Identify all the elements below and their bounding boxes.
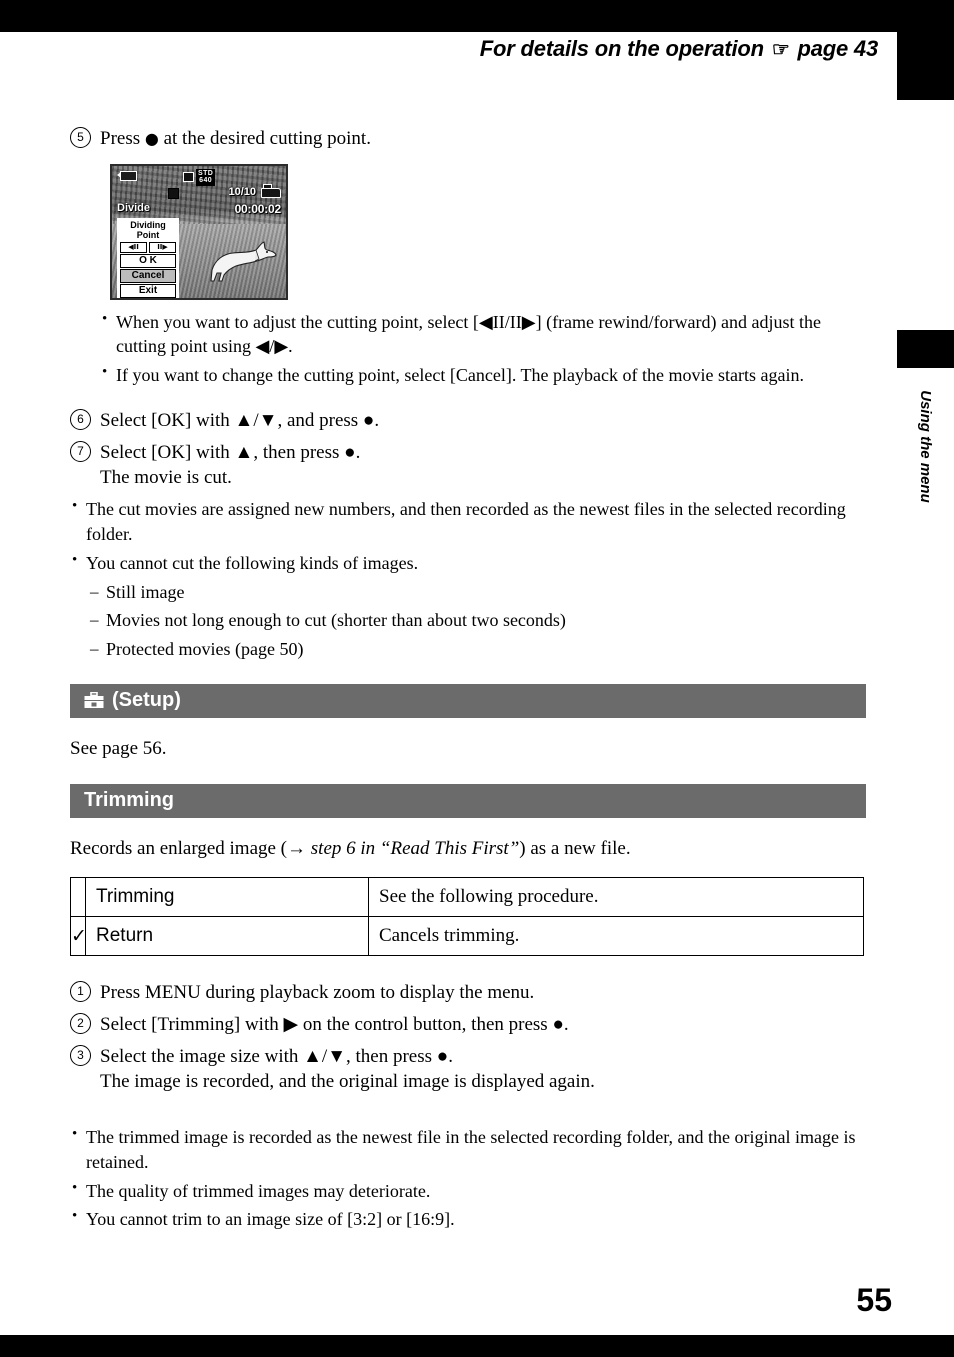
row-label[interactable]: Return — [85, 916, 369, 957]
row-check-mark: ✓ — [70, 916, 87, 957]
trimming-step-3: 3 Select the image size with ▲/▼, then p… — [70, 1044, 866, 1095]
trimming-intro-part2: ) as a new file. — [519, 837, 631, 859]
step-5-text-after: at the desired cutting point. — [163, 128, 371, 149]
step-7-subtext: The movie is cut. — [100, 467, 232, 489]
bottom-black-band — [0, 1335, 954, 1357]
quality-badge-line2: 640 — [199, 177, 213, 185]
step-5-number: 5 — [70, 127, 91, 148]
top-black-band — [0, 0, 897, 32]
center-button-glyph: ● — [144, 129, 159, 148]
list-item: When you want to adjust the cutting poin… — [100, 309, 866, 360]
list-item: Protected movies (page 50) — [90, 637, 866, 662]
list-item: You cannot trim to an image size of [3:2… — [70, 1206, 866, 1232]
list-item: The quality of trimmed images may deteri… — [70, 1178, 866, 1204]
image-counter: 10/10 — [228, 185, 256, 198]
trimming-step-3-text: Select the image size with ▲/▼, then pre… — [100, 1045, 454, 1067]
row-check-mark — [70, 877, 86, 918]
list-item: The trimmed image is recorded as the new… — [70, 1124, 866, 1175]
trimming-step-1-text: Press MENU during playback zoom to displ… — [100, 982, 535, 1004]
lcd-timecode: 00:00:02 — [234, 201, 282, 216]
step-7-number: 7 — [70, 440, 91, 462]
lcd-menu-item-ok[interactable]: O K — [120, 253, 176, 268]
table-row[interactable]: ✓ Return Cancels trimming. — [70, 916, 864, 957]
step-6-number: 6 — [70, 409, 91, 431]
trimming-intro-part1: Records an enlarged image (→ — [70, 837, 311, 859]
list-item: You cannot cut the following kinds of im… — [70, 550, 866, 576]
trimming-intro: Records an enlarged image (→ step 6 in “… — [70, 836, 866, 862]
side-tab-label: Using the menu — [917, 390, 935, 503]
quality-size-badge: STD 640 — [196, 168, 216, 186]
trimming-step-2-text: Select [Trimming] with ▶ on the control … — [100, 1013, 569, 1035]
trimming-step-2-number: 2 — [70, 1012, 91, 1034]
page-content: 5 Press ● at the desired cutting point. … — [70, 126, 866, 1236]
trimming-step-2: 2 Select [Trimming] with ▶ on the contro… — [70, 1012, 866, 1038]
lcd-menu-item-exit[interactable]: Exit — [120, 283, 176, 298]
frame-forward-button[interactable]: II▶ — [149, 241, 176, 253]
folder-icon — [261, 183, 281, 198]
battery-icon — [117, 170, 139, 181]
list-item: Still image — [90, 580, 866, 605]
running-header-prefix: For details on the operation — [479, 36, 764, 61]
step-6: 6 Select [OK] with ▲/▼, and press ●. — [70, 408, 866, 434]
step-5: 5 Press ● at the desired cutting point. — [70, 126, 866, 152]
record-square-icon — [168, 187, 179, 199]
side-tab-marker — [897, 330, 954, 368]
lcd-mode-label: Divide — [117, 201, 151, 214]
frame-rewind-button[interactable]: ◀II — [120, 241, 147, 253]
step-7-text: Select [OK] with ▲, then press ●. — [100, 441, 361, 463]
running-header-suffix: page 43 — [797, 36, 878, 61]
lcd-menu-title-line1: Dividing — [130, 219, 166, 230]
trimming-step-1: 1 Press MENU during playback zoom to dis… — [70, 980, 866, 1006]
top-right-black-block — [897, 0, 954, 100]
pointing-hand-icon: ☞ — [771, 39, 790, 61]
trimming-step-3-subtext: The image is recorded, and the original … — [100, 1071, 595, 1093]
running-header: For details on the operation ☞ page 43 — [0, 36, 878, 62]
side-tab-label-wrap: Using the menu — [897, 378, 954, 578]
notes-after-step5-list: When you want to adjust the cutting poin… — [100, 309, 866, 388]
section-header-setup-label: (Setup) — [112, 689, 181, 712]
lcd-menu-item-cancel[interactable]: Cancel — [120, 268, 176, 283]
notes-divide-list: The cut movies are assigned new numbers,… — [70, 496, 866, 576]
step-6-text: Select [OK] with ▲/▼, and press ●. — [100, 410, 380, 432]
section-header-trimming: Trimming — [70, 783, 866, 818]
lcd-menu-title-line2: Point — [136, 229, 160, 240]
page-number: 55 — [856, 1282, 892, 1318]
section-header-setup: (Setup) — [70, 684, 866, 719]
frame-step-row: ◀II II▶ — [120, 241, 176, 253]
list-item: The cut movies are assigned new numbers,… — [70, 496, 866, 547]
media-icon — [183, 171, 194, 182]
toolbox-icon — [84, 691, 104, 709]
lcd-photo-animal — [209, 240, 279, 282]
quality-badge-line1: STD — [198, 169, 214, 177]
table-row[interactable]: Trimming See the following procedure. — [70, 877, 864, 918]
trimming-options-table: Trimming See the following procedure. ✓ … — [70, 877, 864, 957]
trimming-step-3-number: 3 — [70, 1044, 91, 1066]
lcd-screenshot-figure: STD 640 10/10 Divide 00:00:02 Dividing P… — [110, 163, 288, 300]
row-label[interactable]: Trimming — [85, 877, 369, 918]
trimming-intro-italic: step 6 in “Read This First” — [310, 837, 520, 859]
section-header-trimming-label: Trimming — [84, 788, 175, 811]
trimming-notes-list: The trimmed image is recorded as the new… — [70, 1124, 866, 1232]
row-description: Cancels trimming. — [368, 916, 864, 957]
list-item: If you want to change the cutting point,… — [100, 362, 866, 388]
notes-divide-sublist-wrap: Still image Movies not long enough to cu… — [90, 580, 866, 662]
list-item: Movies not long enough to cut (shorter t… — [90, 608, 866, 633]
notes-divide-sublist: Still image Movies not long enough to cu… — [90, 580, 866, 662]
lcd-menu-panel[interactable]: Dividing Point ◀II II▶ O K Cancel Exit — [117, 217, 179, 298]
row-description: See the following procedure. — [368, 877, 864, 918]
step-5-text-before: Press — [100, 128, 141, 149]
step-7: 7 Select [OK] with ▲, then press ●. The … — [70, 440, 866, 491]
setup-body-text: See page 56. — [70, 738, 167, 760]
trimming-step-1-number: 1 — [70, 981, 91, 1003]
